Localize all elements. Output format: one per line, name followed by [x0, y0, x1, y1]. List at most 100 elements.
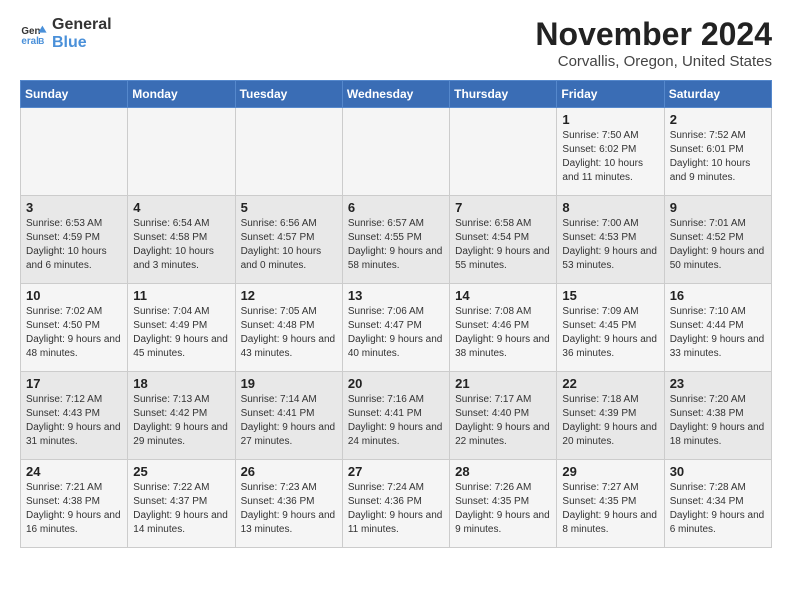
day-info: Sunrise: 7:24 AMSunset: 4:36 PMDaylight:…	[348, 481, 444, 537]
day-number: 11	[133, 288, 229, 303]
day-info: Sunrise: 6:57 AMSunset: 4:55 PMDaylight:…	[348, 217, 444, 273]
weekday-header: Tuesday	[235, 81, 342, 108]
calendar-cell: 10 Sunrise: 7:02 AMSunset: 4:50 PMDayligh…	[21, 284, 128, 372]
day-number: 10	[26, 288, 122, 303]
calendar-table: SundayMondayTuesdayWednesdayThursdayFrid…	[20, 80, 772, 548]
weekday-header: Sunday	[21, 81, 128, 108]
calendar-cell: 3 Sunrise: 6:53 AMSunset: 4:59 PMDaylight…	[21, 196, 128, 284]
svg-text:B: B	[38, 35, 44, 45]
calendar-cell: 27 Sunrise: 7:24 AMSunset: 4:36 PMDayligh…	[342, 460, 449, 548]
logo-line2: Blue	[52, 34, 112, 52]
day-info: Sunrise: 7:06 AMSunset: 4:47 PMDaylight:…	[348, 305, 444, 361]
month-title: November 2024	[535, 16, 772, 53]
calendar-cell: 29Sunrise: 7:27 AMSunset: 4:35 PMDayligh…	[557, 460, 664, 548]
day-number: 3	[26, 200, 122, 215]
day-info: Sunrise: 7:14 AMSunset: 4:41 PMDaylight:…	[241, 393, 337, 449]
day-number: 7	[455, 200, 551, 215]
calendar-cell: 11Sunrise: 7:04 AMSunset: 4:49 PMDayligh…	[128, 284, 235, 372]
calendar-cell	[342, 108, 449, 196]
day-number: 5	[241, 200, 337, 215]
calendar-week-row: 3 Sunrise: 6:53 AMSunset: 4:59 PMDaylight…	[21, 196, 772, 284]
calendar-cell: 26 Sunrise: 7:23 AMSunset: 4:36 PMDayligh…	[235, 460, 342, 548]
day-info: Sunrise: 6:53 AMSunset: 4:59 PMDaylight:…	[26, 217, 122, 273]
day-number: 25	[133, 464, 229, 479]
calendar-cell: 24Sunrise: 7:21 AMSunset: 4:38 PMDayligh…	[21, 460, 128, 548]
calendar-cell: 30 Sunrise: 7:28 AMSunset: 4:34 PMDayligh…	[664, 460, 771, 548]
day-number: 1	[562, 112, 658, 127]
day-number: 6	[348, 200, 444, 215]
calendar-cell	[450, 108, 557, 196]
day-info: Sunrise: 7:02 AMSunset: 4:50 PMDaylight:…	[26, 305, 122, 361]
day-info: Sunrise: 7:00 AMSunset: 4:53 PMDaylight:…	[562, 217, 658, 273]
svg-text:eral: eral	[21, 35, 39, 46]
day-number: 19	[241, 376, 337, 391]
day-info: Sunrise: 7:13 AMSunset: 4:42 PMDaylight:…	[133, 393, 229, 449]
day-info: Sunrise: 7:22 AMSunset: 4:37 PMDaylight:…	[133, 481, 229, 537]
day-info: Sunrise: 7:20 AMSunset: 4:38 PMDaylight:…	[670, 393, 766, 449]
calendar-cell: 28 Sunrise: 7:26 AMSunset: 4:35 PMDayligh…	[450, 460, 557, 548]
day-number: 14	[455, 288, 551, 303]
calendar-cell	[235, 108, 342, 196]
day-number: 23	[670, 376, 766, 391]
day-number: 22	[562, 376, 658, 391]
calendar-cell: 19 Sunrise: 7:14 AMSunset: 4:41 PMDayligh…	[235, 372, 342, 460]
day-number: 15	[562, 288, 658, 303]
day-number: 30	[670, 464, 766, 479]
calendar-cell: 4Sunrise: 6:54 AMSunset: 4:58 PMDaylight…	[128, 196, 235, 284]
day-info: Sunrise: 7:16 AMSunset: 4:41 PMDaylight:…	[348, 393, 444, 449]
weekday-header: Monday	[128, 81, 235, 108]
day-number: 13	[348, 288, 444, 303]
calendar-cell: 13 Sunrise: 7:06 AMSunset: 4:47 PMDayligh…	[342, 284, 449, 372]
calendar-cell: 9 Sunrise: 7:01 AMSunset: 4:52 PMDaylight…	[664, 196, 771, 284]
day-number: 18	[133, 376, 229, 391]
calendar-cell: 12 Sunrise: 7:05 AMSunset: 4:48 PMDayligh…	[235, 284, 342, 372]
calendar-cell: 20 Sunrise: 7:16 AMSunset: 4:41 PMDayligh…	[342, 372, 449, 460]
day-number: 17	[26, 376, 122, 391]
day-info: Sunrise: 6:54 AMSunset: 4:58 PMDaylight:…	[133, 217, 229, 273]
day-number: 16	[670, 288, 766, 303]
calendar-cell: 8 Sunrise: 7:00 AMSunset: 4:53 PMDaylight…	[557, 196, 664, 284]
calendar-cell	[128, 108, 235, 196]
day-info: Sunrise: 7:21 AMSunset: 4:38 PMDaylight:…	[26, 481, 122, 537]
page-header: Gen eral B General Blue November 2024 Co…	[20, 16, 772, 70]
day-info: Sunrise: 6:58 AMSunset: 4:54 PMDaylight:…	[455, 217, 551, 273]
logo-line1: General	[52, 16, 112, 34]
calendar-cell: 22 Sunrise: 7:18 AMSunset: 4:39 PMDayligh…	[557, 372, 664, 460]
calendar-cell: 1 Sunrise: 7:50 AMSunset: 6:02 PMDaylight…	[557, 108, 664, 196]
day-number: 20	[348, 376, 444, 391]
calendar-cell: 16 Sunrise: 7:10 AMSunset: 4:44 PMDayligh…	[664, 284, 771, 372]
day-info: Sunrise: 7:10 AMSunset: 4:44 PMDaylight:…	[670, 305, 766, 361]
day-number: 9	[670, 200, 766, 215]
day-number: 28	[455, 464, 551, 479]
day-number: 26	[241, 464, 337, 479]
day-info: Sunrise: 7:23 AMSunset: 4:36 PMDaylight:…	[241, 481, 337, 537]
day-info: Sunrise: 7:05 AMSunset: 4:48 PMDaylight:…	[241, 305, 337, 361]
day-info: Sunrise: 7:26 AMSunset: 4:35 PMDaylight:…	[455, 481, 551, 537]
day-number: 27	[348, 464, 444, 479]
calendar-week-row: 17Sunrise: 7:12 AMSunset: 4:43 PMDayligh…	[21, 372, 772, 460]
day-info: Sunrise: 6:56 AMSunset: 4:57 PMDaylight:…	[241, 217, 337, 273]
day-number: 2	[670, 112, 766, 127]
day-number: 8	[562, 200, 658, 215]
weekday-header: Friday	[557, 81, 664, 108]
day-info: Sunrise: 7:50 AMSunset: 6:02 PMDaylight:…	[562, 129, 658, 185]
day-number: 12	[241, 288, 337, 303]
day-info: Sunrise: 7:08 AMSunset: 4:46 PMDaylight:…	[455, 305, 551, 361]
calendar-cell: 15Sunrise: 7:09 AMSunset: 4:45 PMDayligh…	[557, 284, 664, 372]
day-info: Sunrise: 7:27 AMSunset: 4:35 PMDaylight:…	[562, 481, 658, 537]
calendar-cell: 7 Sunrise: 6:58 AMSunset: 4:54 PMDaylight…	[450, 196, 557, 284]
weekday-header: Thursday	[450, 81, 557, 108]
calendar-week-row: 1 Sunrise: 7:50 AMSunset: 6:02 PMDaylight…	[21, 108, 772, 196]
calendar-cell	[21, 108, 128, 196]
day-info: Sunrise: 7:01 AMSunset: 4:52 PMDaylight:…	[670, 217, 766, 273]
title-block: November 2024 Corvallis, Oregon, United …	[535, 16, 772, 70]
day-info: Sunrise: 7:28 AMSunset: 4:34 PMDaylight:…	[670, 481, 766, 537]
day-number: 21	[455, 376, 551, 391]
calendar-body: 1 Sunrise: 7:50 AMSunset: 6:02 PMDaylight…	[21, 108, 772, 548]
day-info: Sunrise: 7:18 AMSunset: 4:39 PMDaylight:…	[562, 393, 658, 449]
calendar-cell: 18 Sunrise: 7:13 AMSunset: 4:42 PMDayligh…	[128, 372, 235, 460]
weekday-header: Saturday	[664, 81, 771, 108]
calendar-cell: 17Sunrise: 7:12 AMSunset: 4:43 PMDayligh…	[21, 372, 128, 460]
location: Corvallis, Oregon, United States	[535, 53, 772, 70]
calendar-cell: 23 Sunrise: 7:20 AMSunset: 4:38 PMDayligh…	[664, 372, 771, 460]
